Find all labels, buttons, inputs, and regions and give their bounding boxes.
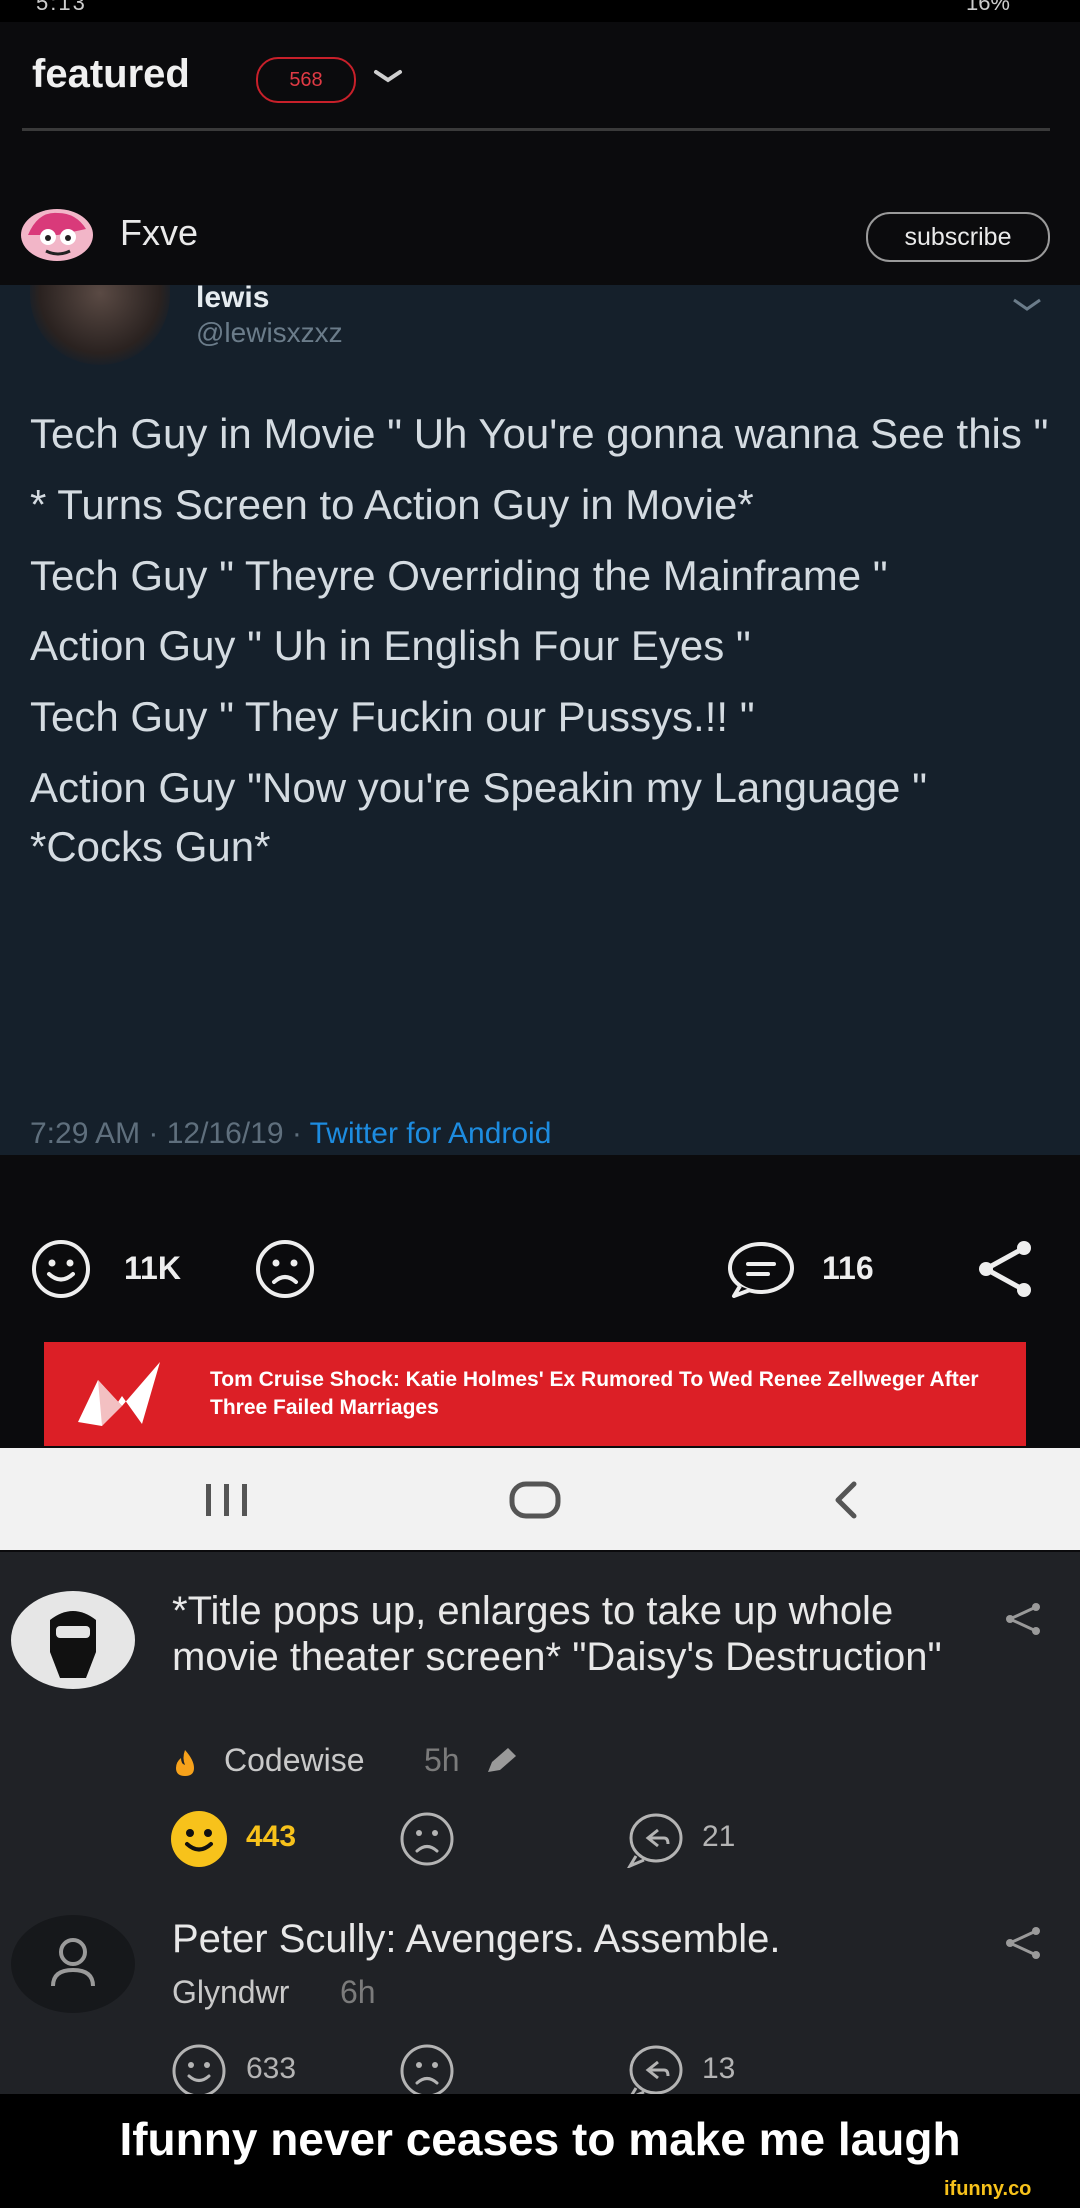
- ad-banner[interactable]: Tom Cruise Shock: Katie Holmes' Ex Rumor…: [44, 1342, 1026, 1446]
- tweet-line: * Turns Screen to Action Guy in Movie*: [30, 480, 754, 528]
- comment-text: Peter Scully: Avengers. Assemble.: [172, 1917, 781, 1961]
- smile-icon[interactable]: [170, 2042, 228, 2100]
- share-icon[interactable]: [1004, 1602, 1042, 1636]
- fire-icon: [176, 1750, 194, 1776]
- tweet-meta: 7:29 AM · 12/16/19 · Twitter for Android: [30, 1117, 551, 1151]
- ad-headline[interactable]: Tom Cruise Shock: Katie Holmes' Ex Rumor…: [210, 1366, 1010, 1423]
- comment-reply-count: 21: [702, 1820, 736, 1853]
- commenter-avatar[interactable]: [10, 1590, 136, 1690]
- comment-icon[interactable]: [726, 1238, 796, 1300]
- tweet-line: Tech Guy in Movie " Uh You're gonna wann…: [30, 410, 1049, 457]
- smile-count: 11K: [124, 1250, 181, 1286]
- comment-time: 6h: [340, 1974, 376, 2010]
- post-author-name[interactable]: Fxve: [120, 212, 198, 254]
- comment-text: *Title pops up, enlarges to take up whol…: [172, 1589, 942, 1679]
- recent-apps-icon[interactable]: [200, 1480, 254, 1520]
- comments-section: *Title pops up, enlarges to take up whol…: [0, 1552, 1080, 2100]
- tweet-display-name: lewis: [196, 285, 270, 314]
- tweet-timestamp: 7:29 AM · 12/16/19 ·: [30, 1117, 310, 1150]
- comment-username[interactable]: Glyndwr: [172, 1974, 289, 2011]
- reply-icon[interactable]: [624, 2042, 684, 2100]
- tweet-source: Twitter for Android: [309, 1117, 552, 1150]
- home-icon[interactable]: [508, 1478, 562, 1522]
- feed-title[interactable]: featured: [32, 52, 190, 97]
- comment-username[interactable]: Codewise: [224, 1742, 365, 1779]
- commenter-avatar[interactable]: [10, 1914, 136, 2014]
- header-divider: [22, 128, 1050, 131]
- comment-smile-count: 633: [246, 2052, 297, 2085]
- comment-count: 116: [822, 1250, 874, 1286]
- chevron-down-icon: [1013, 298, 1041, 311]
- comment-reply-count: 13: [702, 2052, 736, 2085]
- tweet-line: Action Guy "Now you're Speakin my Langua…: [30, 763, 927, 870]
- smile-icon[interactable]: [170, 1810, 228, 1868]
- tweet-handle: @lewisxzxz: [196, 317, 343, 348]
- back-icon[interactable]: [826, 1478, 866, 1522]
- comment-smile-count: 443: [246, 1820, 297, 1853]
- share-icon[interactable]: [1004, 1926, 1042, 1960]
- news-logo-icon: [78, 1362, 160, 1426]
- reply-icon[interactable]: [624, 1810, 684, 1868]
- chevron-down-icon[interactable]: [368, 56, 408, 96]
- subscribe-button[interactable]: subscribe: [866, 212, 1050, 262]
- tweet-avatar: [30, 285, 170, 365]
- unread-badge: 568: [256, 57, 356, 103]
- status-time: 5:13: [36, 0, 87, 15]
- share-icon[interactable]: [974, 1238, 1036, 1300]
- smile-icon[interactable]: [30, 1238, 92, 1300]
- battery-level: 16%: [965, 0, 1010, 15]
- tweet-line: Tech Guy " They Fuckin our Pussys.!! ": [30, 693, 755, 741]
- comment-time: 5h: [424, 1742, 460, 1778]
- status-bar: 5:13 16%: [0, 0, 1080, 22]
- pencil-icon: [488, 1748, 516, 1772]
- unsmile-icon[interactable]: [398, 1810, 456, 1868]
- post-image: lewis @lewisxzxz Tech Guy in Movie " Uh …: [0, 285, 1080, 1155]
- tweet-line: Action Guy " Uh in English Four Eyes ": [30, 622, 751, 670]
- system-nav-bar: [0, 1448, 1080, 1550]
- unsmile-icon[interactable]: [398, 2042, 456, 2100]
- unsmile-icon[interactable]: [254, 1238, 316, 1300]
- meme-caption: Ifunny never ceases to make me laugh: [119, 2113, 961, 2165]
- tweet-text: Tech Guy in Movie " Uh You're gonna wann…: [30, 405, 1060, 889]
- watermark: ifunny.co: [944, 2178, 1032, 2200]
- author-avatar[interactable]: [18, 205, 96, 265]
- tweet-line: Tech Guy " Theyre Overriding the Mainfra…: [30, 551, 888, 599]
